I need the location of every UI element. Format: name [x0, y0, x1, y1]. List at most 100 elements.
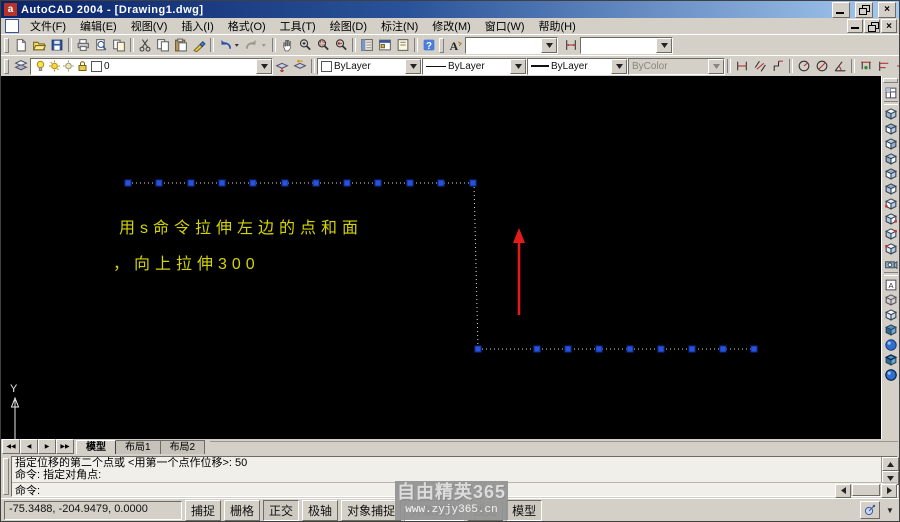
layer-sun-viewport-icon[interactable] [62, 60, 75, 73]
toolbar-grip[interactable] [883, 78, 898, 83]
dim-ordinate-icon[interactable] [769, 59, 787, 74]
dim-style-combo[interactable] [580, 37, 673, 54]
design-center-icon[interactable] [376, 38, 394, 53]
doc-close-button[interactable]: × [881, 19, 897, 33]
command-window-grip[interactable] [3, 458, 9, 495]
view-left-icon[interactable] [883, 136, 899, 151]
linetype-control-combo[interactable]: ByLayer [422, 58, 527, 75]
layer-bulb-icon[interactable] [34, 60, 47, 73]
dim-diameter-icon[interactable] [813, 59, 831, 74]
scroll-right-icon[interactable] [881, 484, 897, 498]
view-front-icon[interactable] [883, 166, 899, 181]
tab-nav-last[interactable]: ▶▶ [56, 439, 74, 454]
horizontal-scrollbar-track[interactable] [210, 441, 898, 454]
shade-flat-icon[interactable] [883, 322, 899, 337]
new-icon[interactable] [12, 38, 30, 53]
camera-icon[interactable] [883, 256, 899, 271]
shade-flat-edges-icon[interactable] [883, 352, 899, 367]
iso-ne-icon[interactable] [883, 226, 899, 241]
scrollbar-thumb[interactable] [852, 484, 880, 496]
redo-icon[interactable] [243, 38, 261, 53]
iso-nw-icon[interactable] [883, 241, 899, 256]
properties-icon[interactable] [358, 38, 376, 53]
restore-button[interactable] [855, 2, 873, 18]
chevron-down-icon[interactable] [256, 59, 272, 74]
status-toggle-ortho[interactable]: 正交 [263, 500, 299, 521]
save-icon[interactable] [48, 38, 66, 53]
tab-model[interactable]: 模型 [76, 440, 116, 454]
help-icon[interactable]: ? [420, 38, 438, 53]
menu-item-0[interactable]: 文件(F) [23, 17, 73, 35]
chevron-down-icon[interactable] [405, 59, 421, 74]
cut-icon[interactable] [136, 38, 154, 53]
dim-continue-icon[interactable] [893, 59, 899, 74]
menu-item-9[interactable]: 窗口(W) [478, 17, 532, 35]
menu-item-1[interactable]: 编辑(E) [73, 17, 124, 35]
toolbar-grip[interactable] [4, 38, 9, 53]
command-history[interactable]: 指定位移的第二个点或 <用第一个点作位移>: 50命令: 指定对角点: [12, 457, 881, 482]
dim-radius-icon[interactable] [795, 59, 813, 74]
color-control-combo[interactable]: ByLayer [317, 58, 422, 75]
command-horizontal-scrollbar[interactable] [835, 484, 897, 496]
doc-minimize-button[interactable] [847, 19, 863, 33]
shade-gouraud-edges-icon[interactable] [883, 367, 899, 382]
doc-restore-button[interactable] [864, 19, 880, 33]
lineweight-control-combo[interactable]: ByLayer [527, 58, 628, 75]
dim-linear-icon[interactable] [733, 59, 751, 74]
minimize-button[interactable] [832, 2, 850, 18]
tab-nav-first[interactable]: ◀◀ [2, 439, 20, 454]
pan-icon[interactable] [278, 38, 296, 53]
shade-2d-wireframe-icon[interactable]: A [883, 277, 899, 292]
tab-layout2[interactable]: 布局2 [160, 440, 206, 454]
toolbar-grip[interactable] [439, 38, 444, 53]
iso-se-icon[interactable] [883, 211, 899, 226]
menu-item-7[interactable]: 标注(N) [374, 17, 425, 35]
undo-icon[interactable] [216, 38, 234, 53]
text-style-icon[interactable]: A [447, 38, 465, 53]
scroll-up-icon[interactable] [882, 457, 899, 471]
menu-item-6[interactable]: 绘图(D) [323, 17, 374, 35]
zoom-window-icon[interactable] [314, 38, 332, 53]
chevron-down-icon[interactable] [541, 38, 557, 53]
layer-lock-icon[interactable] [76, 60, 89, 73]
tab-nav-next[interactable]: ▶ [38, 439, 56, 454]
status-toggle-polar[interactable]: 极轴 [302, 500, 338, 521]
layer-properties-manager-icon[interactable] [12, 59, 30, 74]
redo-arrow-icon[interactable] [261, 38, 270, 53]
zoom-previous-icon[interactable] [332, 38, 350, 53]
view-top-icon[interactable] [883, 106, 899, 121]
layer-previous-icon[interactable] [291, 59, 309, 74]
menu-item-10[interactable]: 帮助(H) [532, 17, 583, 35]
chevron-down-icon[interactable] [510, 59, 526, 74]
dim-quick-icon[interactable] [857, 59, 875, 74]
shade-gouraud-icon[interactable] [883, 337, 899, 352]
menu-item-2[interactable]: 视图(V) [124, 17, 175, 35]
view-back-icon[interactable] [883, 181, 899, 196]
communication-center-icon[interactable] [860, 501, 880, 519]
preview-icon[interactable] [92, 38, 110, 53]
status-menu-arrow-icon[interactable]: ▼ [886, 506, 896, 515]
open-icon[interactable] [30, 38, 48, 53]
toolbar-grip[interactable] [4, 59, 9, 74]
shade-3d-wireframe-icon[interactable] [883, 292, 899, 307]
layer-combo[interactable]: 0 [30, 58, 273, 75]
command-vertical-scrollbar[interactable] [881, 457, 897, 482]
dim-aligned-icon[interactable] [751, 59, 769, 74]
text-style-combo[interactable] [465, 37, 558, 54]
view-right-icon[interactable] [883, 151, 899, 166]
plot-icon[interactable] [74, 38, 92, 53]
shade-hidden-icon[interactable] [883, 307, 899, 322]
status-toggle-model[interactable]: 模型 [506, 500, 542, 521]
menu-item-4[interactable]: 格式(O) [221, 17, 273, 35]
make-object-layer-current-icon[interactable] [273, 59, 291, 74]
status-toggle-snap[interactable]: 捕捉 [185, 500, 221, 521]
tab-nav-prev[interactable]: ◀ [20, 439, 38, 454]
publish-icon[interactable] [110, 38, 128, 53]
iso-sw-icon[interactable] [883, 196, 899, 211]
layer-sun-icon[interactable] [48, 60, 61, 73]
view-bottom-icon[interactable] [883, 121, 899, 136]
status-toggle-grid[interactable]: 栅格 [224, 500, 260, 521]
dim-baseline-icon[interactable] [875, 59, 893, 74]
menu-item-3[interactable]: 插入(I) [174, 17, 220, 35]
scroll-left-icon[interactable] [835, 484, 851, 498]
